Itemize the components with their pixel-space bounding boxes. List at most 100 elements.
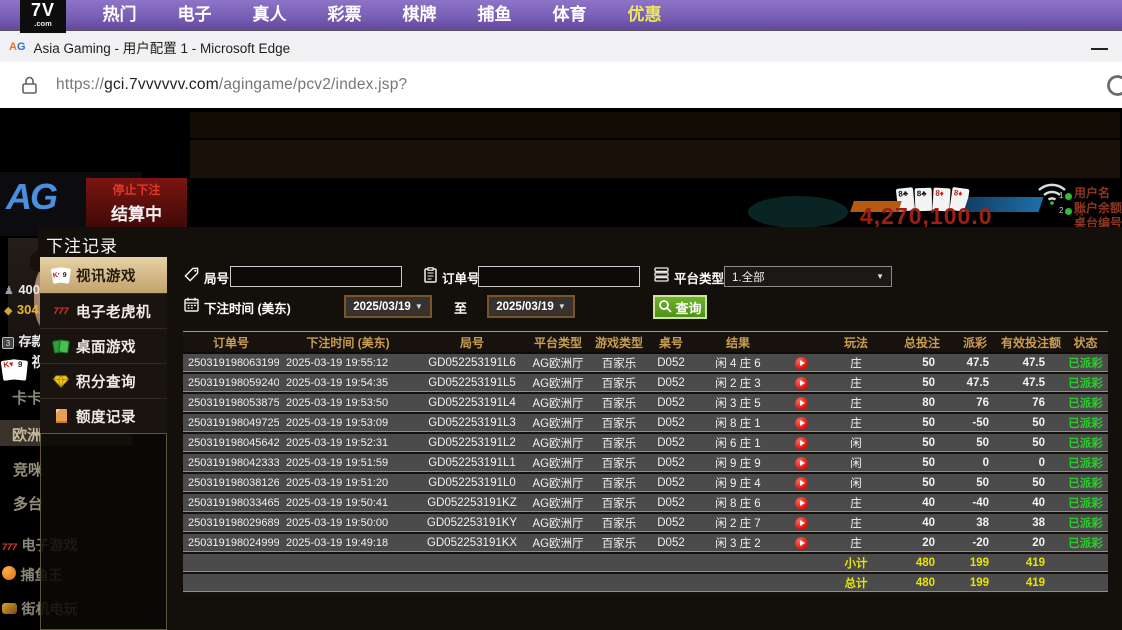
- site-logo-text: 7V: [20, 0, 66, 20]
- table-row: 2503191980592402025-03-19 19:54:35GD0522…: [183, 373, 1108, 393]
- table-row: 2503191980249992025-03-19 19:49:18GD0522…: [183, 533, 1108, 553]
- nav-item[interactable]: 真人: [232, 0, 307, 30]
- sidebar-item-document[interactable]: 额度记录: [40, 398, 167, 433]
- column-header: 桌号: [649, 332, 693, 353]
- url-scheme: https://: [56, 76, 104, 93]
- replay-button[interactable]: [795, 397, 808, 410]
- modal-title: 下注记录: [46, 232, 118, 257]
- table-games-icon: [46, 340, 76, 353]
- platform-select-value: 1.全部: [732, 269, 876, 285]
- sidebar-item-label: 电子老虎机: [76, 301, 151, 322]
- betting-status-banner: 停止下注 结算中: [86, 178, 187, 227]
- search-icon: [658, 299, 672, 316]
- coin-icon: ◆: [4, 305, 12, 317]
- replay-button[interactable]: [795, 477, 808, 490]
- site-logo-sub: .com: [20, 20, 66, 27]
- column-header: 局号: [417, 332, 527, 353]
- bet-table: 订单号下注时间 (美东)局号平台类型游戏类型桌号结果玩法总投注派彩有效投注额状态…: [183, 332, 1108, 594]
- sidebar-item-table-cards[interactable]: 桌面游戏: [40, 328, 167, 363]
- order-filter: 订单号: [424, 265, 480, 289]
- deposit-icon: 3: [2, 337, 14, 349]
- slots-777-icon: 777: [2, 542, 17, 552]
- round-input[interactable]: [230, 266, 402, 287]
- replay-button[interactable]: [795, 457, 808, 470]
- refresh-icon[interactable]: [1104, 72, 1122, 104]
- table-row: 2503191980497252025-03-19 19:53:09GD0522…: [183, 413, 1108, 433]
- nav-item[interactable]: 棋牌: [382, 0, 457, 30]
- table-row: 2503191980296892025-03-19 19:50:00GD0522…: [183, 513, 1108, 533]
- modal-title-bar: 下注记录: [38, 227, 1122, 257]
- bet-table-body: 2503191980631992025-03-19 19:55:12GD0522…: [183, 353, 1108, 593]
- round-label: 局号: [204, 268, 229, 287]
- chevron-down-icon: ▼: [876, 272, 884, 281]
- table-row: 2503191980334652025-03-19 19:50:41GD0522…: [183, 493, 1108, 513]
- bet-table-wrap: 订单号下注时间 (美东)局号平台类型游戏类型桌号结果玩法总投注派彩有效投注额状态…: [183, 331, 1108, 594]
- filter-row-2: 下注时间 (美东) 2025/03/19 ▼ 至 2025/03/19 ▼ 查询: [184, 295, 1122, 321]
- chevron-down-icon: ▼: [415, 302, 423, 311]
- replay-button[interactable]: [795, 377, 808, 390]
- platform-filter: 平台类型: [654, 265, 724, 289]
- sidebar-empty-panel: [40, 433, 167, 630]
- bet-records-modal: 下注记录 K♥9视讯游戏777电子老虎机桌面游戏积分查询额度记录 局号 订单号 …: [38, 227, 1122, 630]
- order-label: 订单号: [442, 268, 480, 287]
- nav-item[interactable]: 电子: [157, 0, 232, 30]
- playing-cards-icon: K♥9: [46, 268, 76, 283]
- date-to-value: 2025/03/19: [496, 301, 554, 313]
- screen: 热门电子真人彩票棋牌捕鱼体育优惠 7V .com AG Asia Gaming …: [0, 0, 1122, 630]
- balance-amount: ◆ 304.: [4, 301, 42, 319]
- replay-button[interactable]: [795, 537, 808, 550]
- platform-select[interactable]: 1.全部 ▼: [724, 266, 892, 287]
- nav-item[interactable]: 热门: [82, 0, 157, 30]
- nav-item[interactable]: 优惠: [607, 0, 682, 30]
- nav-item[interactable]: 彩票: [307, 0, 382, 30]
- column-header: 平台类型: [527, 332, 589, 353]
- replay-button[interactable]: [795, 497, 808, 510]
- sidebar-item-label: 额度记录: [76, 406, 136, 427]
- column-header: 状态: [1063, 332, 1108, 353]
- window-title: Asia Gaming - 用户配置 1 - Microsoft Edge: [34, 37, 291, 57]
- replay-button[interactable]: [795, 437, 808, 450]
- sidebar-item-video-cards[interactable]: K♥9视讯游戏: [40, 257, 167, 293]
- sidebar-item-slot-777[interactable]: 777电子老虎机: [40, 293, 167, 328]
- minimize-button[interactable]: [1091, 48, 1108, 50]
- lobby-banner: [190, 140, 1120, 178]
- lock-icon: [21, 75, 38, 95]
- replay-button[interactable]: [795, 517, 808, 530]
- filter-row-1: 局号 订单号 平台类型 1.全部 ▼: [184, 265, 1122, 291]
- table-header-row: 订单号下注时间 (美东)局号平台类型游戏类型桌号结果玩法总投注派彩有效投注额状态: [183, 332, 1108, 353]
- fish-icon: [2, 566, 16, 580]
- nav-item[interactable]: 体育: [532, 0, 607, 30]
- url-text[interactable]: https://gci.7vvvvvv.com/agingame/pcv2/in…: [56, 76, 407, 94]
- replay-button[interactable]: [795, 357, 808, 370]
- table-row: 2503191980381262025-03-19 19:51:20GD0522…: [183, 473, 1108, 493]
- query-button-label: 查询: [675, 298, 701, 317]
- site-logo[interactable]: 7V .com: [20, 0, 66, 33]
- order-input[interactable]: [478, 266, 640, 287]
- clipboard-icon: [424, 267, 437, 288]
- table-row: 2503191980423332025-03-19 19:51:59GD0522…: [183, 453, 1108, 473]
- table-row: 2503191980538752025-03-19 19:53:50GD0522…: [183, 393, 1108, 413]
- sidebar-item-label: 桌面游戏: [76, 336, 136, 357]
- players-icon: ♟: [4, 285, 14, 297]
- bet-time-label: 下注时间 (美东): [204, 298, 291, 317]
- diamond-icon: [46, 375, 76, 388]
- slots-777-icon: 777: [46, 306, 76, 316]
- round-filter: 局号: [184, 265, 229, 289]
- query-button[interactable]: 查询: [653, 295, 707, 319]
- url-domain: gci.7vvvvvv.com: [104, 76, 219, 93]
- to-label: 至: [454, 298, 467, 317]
- lobby-banner: [190, 112, 1120, 138]
- column-header: [783, 332, 819, 353]
- date-from-picker[interactable]: 2025/03/19 ▼: [344, 295, 432, 318]
- subtotal-row: 小计480199419: [183, 553, 1108, 573]
- sidebar-item-diamond[interactable]: 积分查询: [40, 363, 167, 398]
- nav-item[interactable]: 捕鱼: [457, 0, 532, 30]
- url-path: /agingame/pcv2/index.jsp?: [219, 76, 408, 93]
- sidebar-item-label: 积分查询: [76, 371, 136, 392]
- date-to-picker[interactable]: 2025/03/19 ▼: [487, 295, 575, 318]
- column-header: 游戏类型: [589, 332, 649, 353]
- replay-button[interactable]: [795, 417, 808, 430]
- tag-icon: [184, 267, 199, 287]
- date-from-value: 2025/03/19: [353, 301, 411, 313]
- table-row: 2503191980456422025-03-19 19:52:31GD0522…: [183, 433, 1108, 453]
